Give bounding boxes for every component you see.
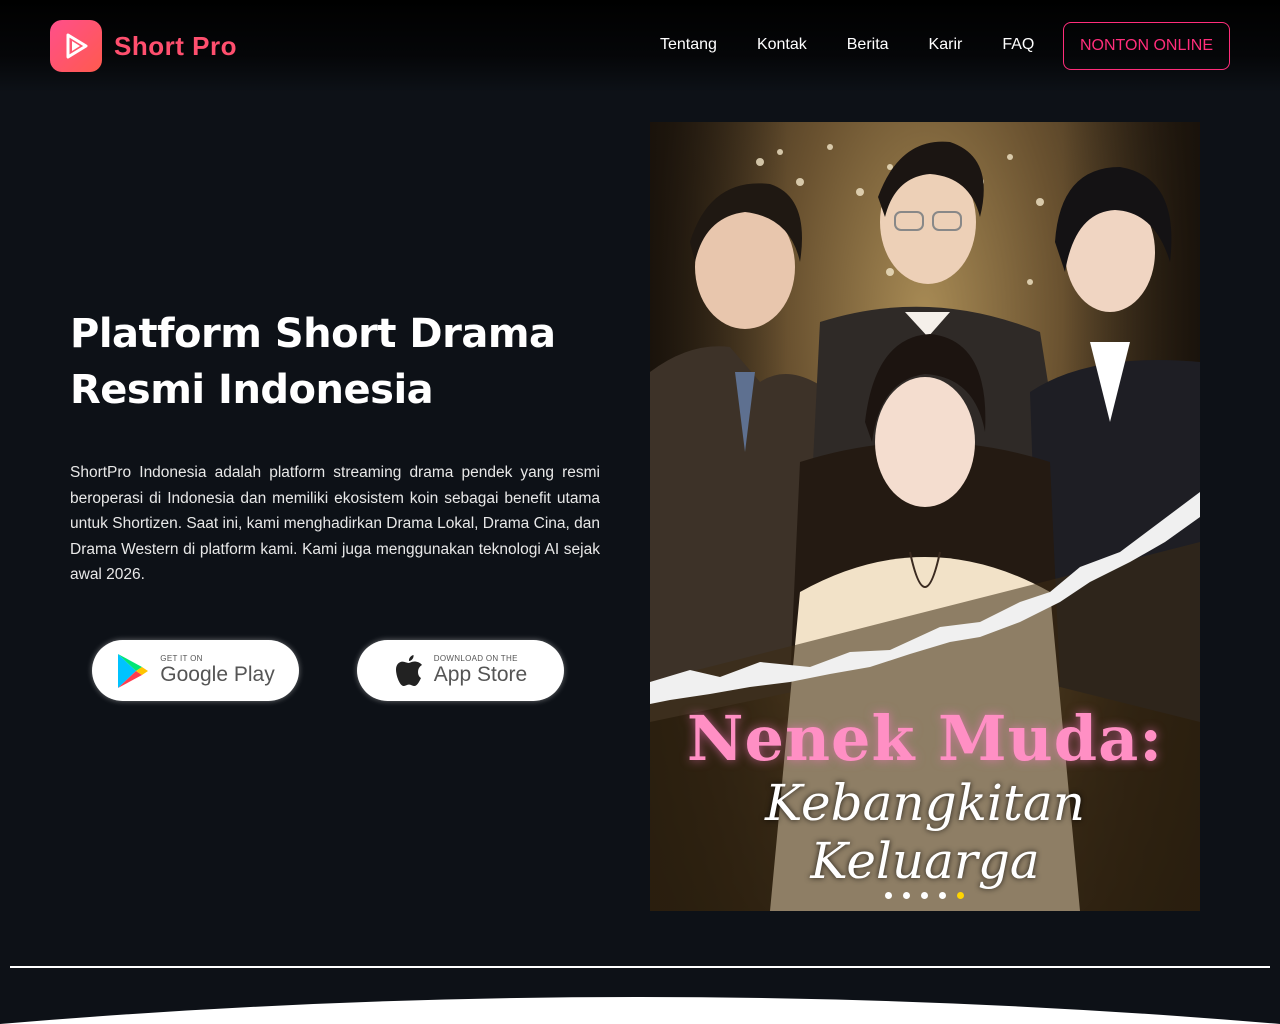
watch-online-button[interactable]: NONTON ONLINE xyxy=(1063,22,1230,70)
main-nav: Tentang Kontak Berita Karir FAQ xyxy=(660,34,1034,56)
poster-title: Nenek Muda: xyxy=(686,702,1164,775)
app-store-small-label: DOWNLOAD ON THE xyxy=(433,654,518,663)
brand-name: Short Pro xyxy=(114,30,237,61)
app-store-label: App Store xyxy=(433,663,528,686)
carousel-dot-2[interactable] xyxy=(903,892,910,899)
google-play-label: Google Play xyxy=(160,663,275,686)
hero-description: ShortPro Indonesia adalah platform strea… xyxy=(70,464,600,583)
bottom-wave-shape xyxy=(0,997,1280,1024)
drama-poster-carousel[interactable]: Nenek Muda: Kebangkitan Keluarga xyxy=(650,122,1200,911)
brand-logo[interactable]: Short Pro xyxy=(50,20,237,72)
google-play-button[interactable]: GET IT ON Google Play xyxy=(92,640,299,701)
carousel-dot-4[interactable] xyxy=(939,892,946,899)
hero-title: Platform Short Drama Resmi Indonesia xyxy=(70,306,590,418)
top-header: Short Pro Tentang Kontak Berita Karir FA… xyxy=(0,0,1280,92)
carousel-dot-1[interactable] xyxy=(885,892,892,899)
google-play-icon xyxy=(116,652,150,690)
carousel-dot-5[interactable] xyxy=(957,892,964,899)
nav-item-berita[interactable]: Berita xyxy=(847,34,889,56)
carousel-dots xyxy=(885,892,975,899)
app-store-button[interactable]: DOWNLOAD ON THE App Store xyxy=(357,640,564,701)
apple-icon xyxy=(394,654,424,688)
nav-item-kontak[interactable]: Kontak xyxy=(757,34,807,56)
poster-subtitle: Kebangkitan Keluarga xyxy=(764,774,1086,890)
google-play-small-label: GET IT ON xyxy=(160,654,203,663)
nav-item-faq[interactable]: FAQ xyxy=(1002,34,1034,56)
section-divider xyxy=(10,966,1270,968)
nav-item-tentang[interactable]: Tentang xyxy=(660,34,717,56)
hero-title-line-2: Resmi Indonesia xyxy=(70,367,434,413)
nav-item-karir[interactable]: Karir xyxy=(929,34,963,56)
play-logo-icon xyxy=(50,20,102,72)
carousel-dot-3[interactable] xyxy=(921,892,928,899)
hero-title-line-1: Platform Short Drama xyxy=(70,311,556,357)
